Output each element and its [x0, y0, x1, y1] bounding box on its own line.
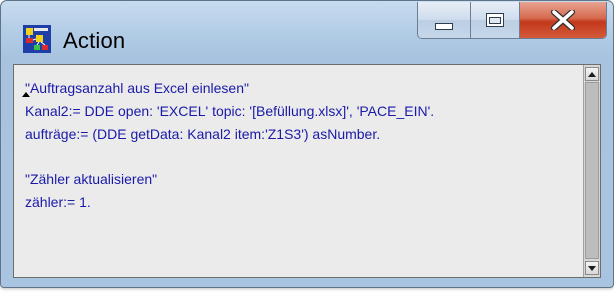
window-title: Action	[63, 28, 126, 53]
caption-buttons	[417, 2, 607, 39]
close-button[interactable]	[520, 2, 606, 38]
maximize-icon	[486, 13, 504, 27]
minimize-icon	[435, 22, 453, 30]
code-editor[interactable]: "Auftragsanzahl aus Excel einlesen" Kana…	[14, 65, 583, 277]
scroll-thumb[interactable]	[585, 82, 599, 259]
scroll-up-button[interactable]	[585, 67, 599, 81]
arrow-up-icon	[588, 71, 596, 77]
code-line: aufträge:= (DDE getData: Kanal2 item:'Z1…	[25, 126, 381, 142]
arrow-down-icon	[588, 265, 596, 271]
code-line: "Auftragsanzahl aus Excel einlesen"	[25, 80, 249, 96]
action-app-icon	[23, 25, 51, 53]
code-line: zähler:= 1.	[25, 194, 91, 210]
text-caret-icon	[22, 92, 30, 97]
minimize-button[interactable]	[418, 2, 471, 38]
title-bar[interactable]: Action	[1, 1, 613, 59]
maximize-button[interactable]	[471, 2, 520, 38]
scroll-down-button[interactable]	[585, 261, 599, 275]
close-icon	[551, 10, 575, 30]
vertical-scrollbar[interactable]	[583, 65, 600, 277]
action-window: Action "Auftragsanzahl aus Excel einlese…	[0, 0, 614, 288]
code-line: "Zähler aktualisieren"	[25, 171, 158, 187]
editor-frame: "Auftragsanzahl aus Excel einlesen" Kana…	[13, 64, 601, 278]
code-line: Kanal2:= DDE open: 'EXCEL' topic: '[Befü…	[25, 103, 435, 119]
